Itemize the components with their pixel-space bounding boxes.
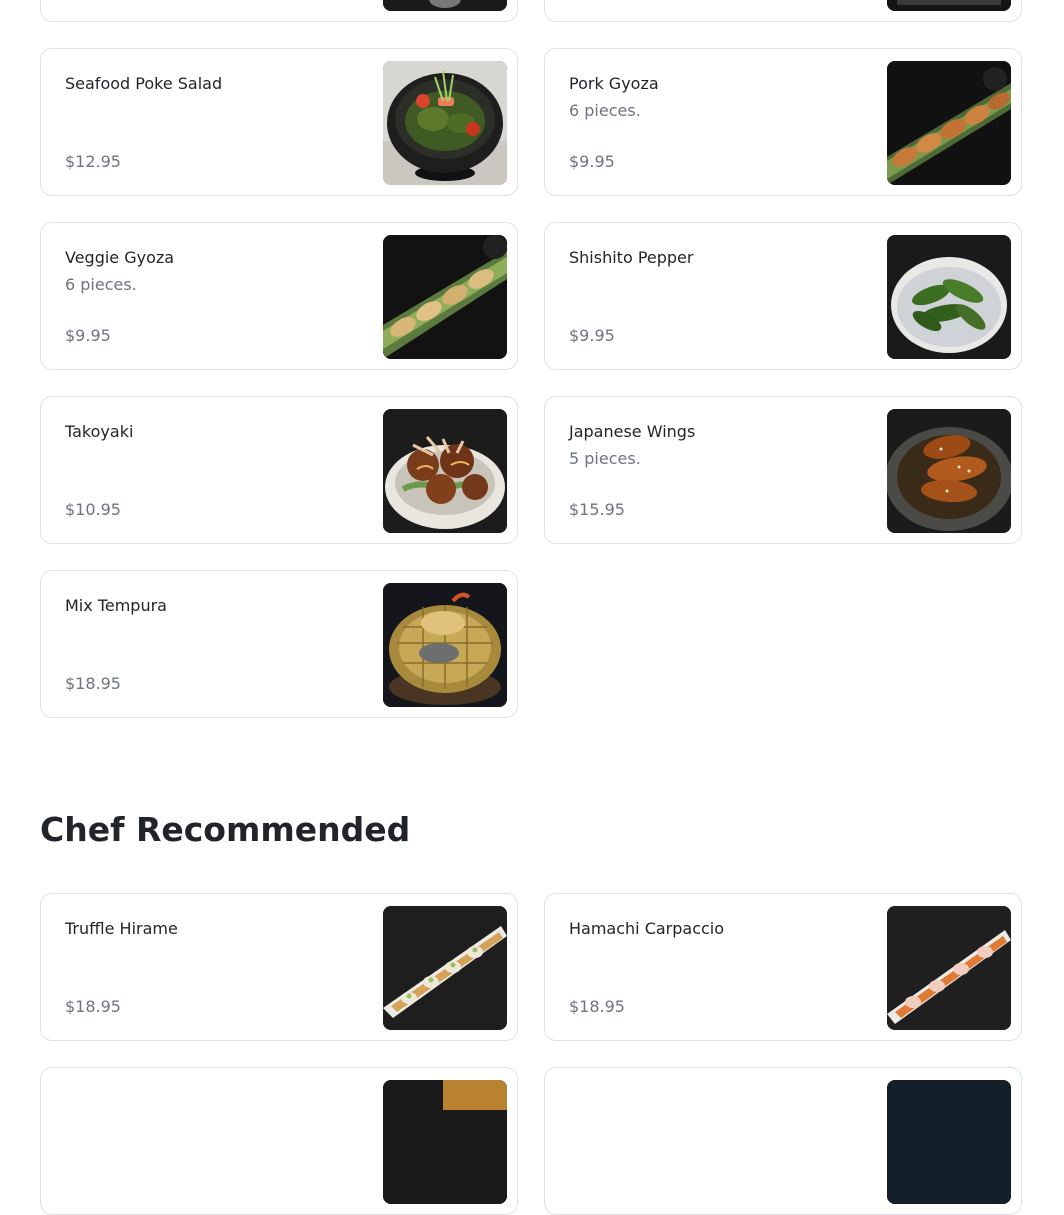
item-name: Mix Tempura [65, 596, 167, 615]
item-price: $9.95 [569, 152, 615, 171]
item-name: Truffle Hirame [65, 919, 178, 938]
menu-item-card[interactable]: Shishito Pepper $9.95 [544, 222, 1022, 370]
item-price: $18.95 [569, 997, 625, 1016]
item-price: $10.95 [65, 500, 121, 519]
mix-tempura-photo [383, 583, 507, 707]
menu-item-card[interactable]: Mix Tempura $18.95 [40, 570, 518, 718]
pork-gyoza-photo [887, 61, 1011, 185]
menu-item-card[interactable] [544, 0, 1022, 22]
item-price: $18.95 [65, 997, 121, 1016]
shishito-pepper-photo [887, 235, 1011, 359]
menu-item-card[interactable]: Japanese Wings 5 pieces. $15.95 [544, 396, 1022, 544]
item-price: $18.95 [65, 674, 121, 693]
menu-item-card[interactable]: Takoyaki $10.95 [40, 396, 518, 544]
item-name: Takoyaki [65, 422, 134, 441]
menu-item-card[interactable] [40, 0, 518, 22]
veggie-gyoza-photo [383, 235, 507, 359]
menu-item-card[interactable]: Veggie Gyoza 6 pieces. $9.95 [40, 222, 518, 370]
menu-item-card[interactable]: Pork Gyoza 6 pieces. $9.95 [544, 48, 1022, 196]
item-price: $15.95 [569, 500, 625, 519]
food-photo [887, 0, 1011, 11]
partial-item-photo [887, 1080, 1011, 1204]
item-price: $9.95 [569, 326, 615, 345]
item-name: Pork Gyoza [569, 74, 659, 93]
menu-item-card[interactable]: Truffle Hirame $18.95 [40, 893, 518, 1041]
item-price: $12.95 [65, 152, 121, 171]
menu-item-card[interactable] [40, 1067, 518, 1215]
item-name: Japanese Wings [569, 422, 696, 441]
section-title: Chef Recommended [40, 810, 411, 849]
partial-item-photo [383, 1080, 507, 1204]
item-name: Veggie Gyoza [65, 248, 175, 267]
item-description: 6 pieces. [65, 275, 137, 294]
menu-item-card[interactable]: Hamachi Carpaccio $18.95 [544, 893, 1022, 1041]
menu-item-card[interactable] [544, 1067, 1022, 1215]
poke-salad-photo [383, 61, 507, 185]
item-name: Shishito Pepper [569, 248, 694, 267]
takoyaki-photo [383, 409, 507, 533]
hamachi-carpaccio-photo [887, 906, 1011, 1030]
item-description: 6 pieces. [569, 101, 641, 120]
item-price: $9.95 [65, 326, 111, 345]
food-photo [383, 0, 507, 11]
japanese-wings-photo [887, 409, 1011, 533]
item-description: 5 pieces. [569, 449, 641, 468]
truffle-hirame-photo [383, 906, 507, 1030]
item-name: Seafood Poke Salad [65, 74, 223, 93]
item-name: Hamachi Carpaccio [569, 919, 725, 938]
menu-item-card[interactable]: Seafood Poke Salad $12.95 [40, 48, 518, 196]
